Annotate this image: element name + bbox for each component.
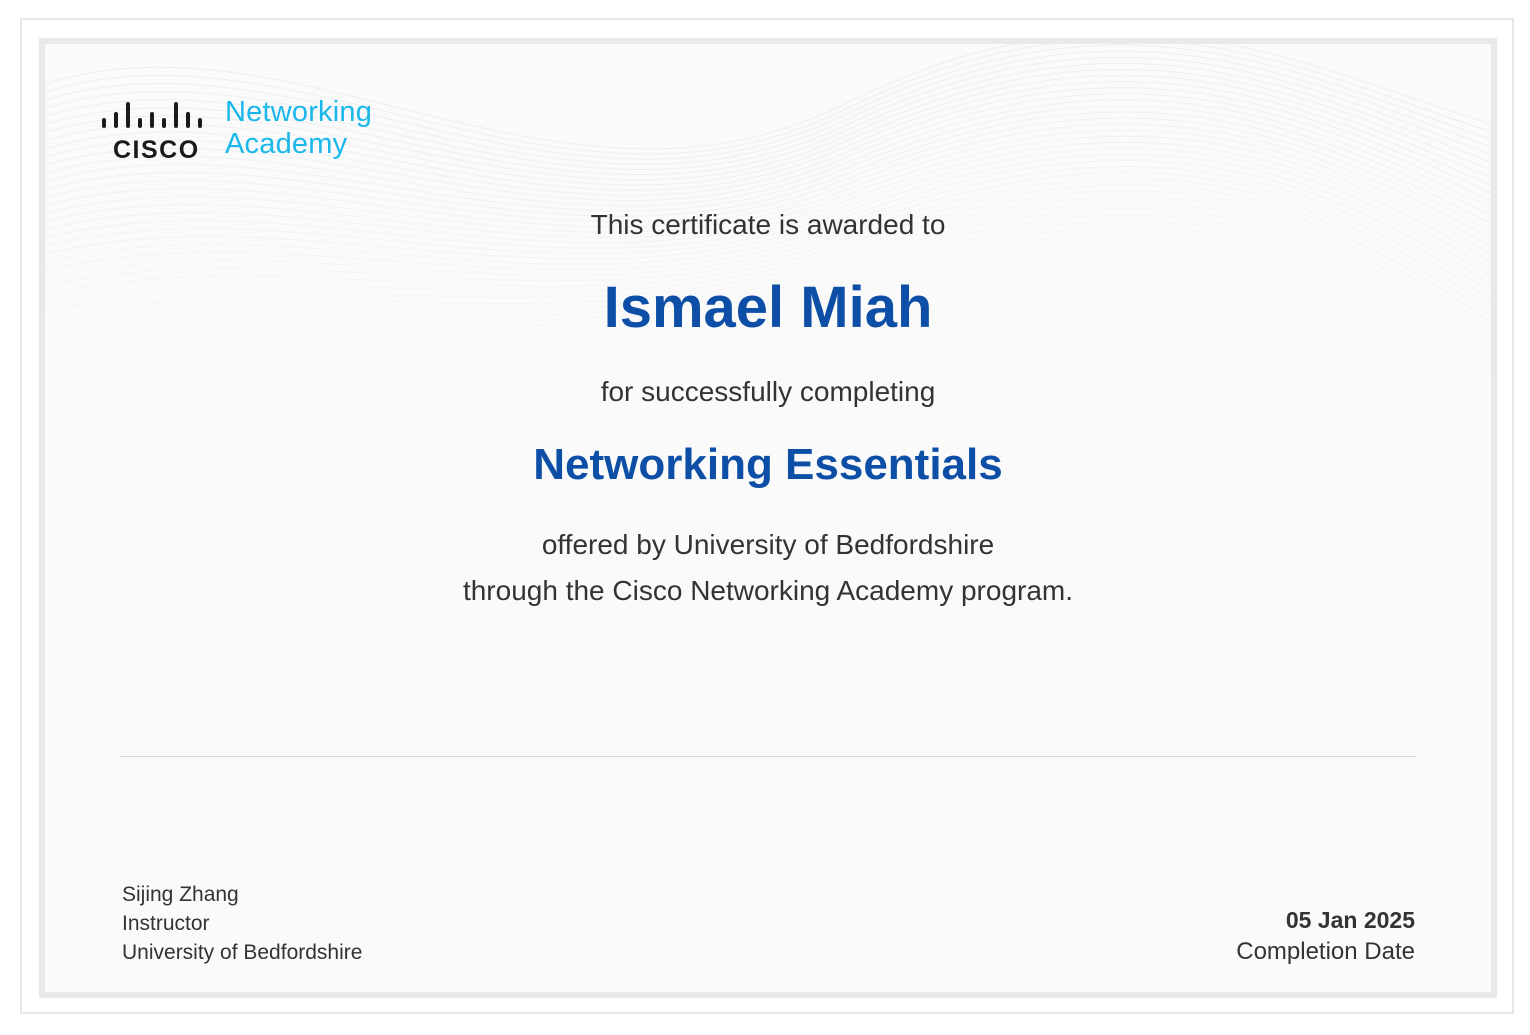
recipient-name: Ismael Miah	[603, 275, 933, 340]
signer-block: Sijing Zhang Instructor University of Be…	[122, 880, 362, 967]
signer-name: Sijing Zhang	[122, 883, 239, 906]
divider-line	[120, 756, 1416, 757]
logo-line-networking: Networking	[225, 96, 373, 128]
offered-line-1: offered by University of Bedfordshire	[541, 529, 995, 560]
offered-line-2: through the Cisco Networking Academy pro…	[462, 575, 1074, 606]
offered-by-text: offered by University of Bedfordshire th…	[45, 522, 1491, 614]
signer-institution: University of Bedfordshire	[122, 941, 363, 964]
cisco-networking-academy-logo: CISCO Networking Academy	[101, 96, 401, 166]
logo-title: Networking Academy	[225, 96, 372, 160]
logo-line-academy: Academy	[225, 128, 348, 160]
completion-date-block: 05 Jan 2025 Completion Date	[1236, 904, 1415, 968]
certificate: CISCO Networking Academy This certificat…	[39, 38, 1497, 998]
course-title: Networking Essentials	[533, 440, 1003, 489]
completion-date-label: Completion Date	[1236, 938, 1415, 965]
awarded-to-text: This certificate is awarded to	[590, 209, 946, 240]
cisco-bridge-icon: CISCO	[102, 102, 202, 160]
wave-background	[45, 44, 1491, 377]
signer-role: Instructor	[122, 912, 210, 935]
cisco-wordmark: CISCO	[113, 136, 200, 160]
completion-date: 05 Jan 2025	[1285, 907, 1415, 933]
completion-text: for successfully completing	[600, 376, 936, 407]
